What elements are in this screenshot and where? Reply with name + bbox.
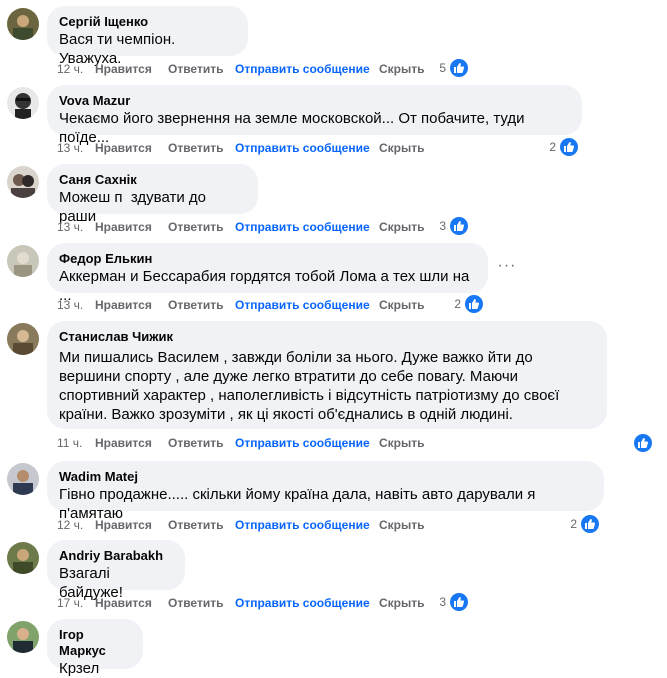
- reply-button[interactable]: Ответить: [168, 61, 223, 77]
- like-button[interactable]: Нравится: [95, 61, 152, 77]
- like-icon: [450, 217, 468, 235]
- comment-bubble: Wadim Matej Гівно продажне..... скільки …: [47, 461, 604, 522]
- like-button[interactable]: Нравится: [95, 435, 152, 451]
- comment-time[interactable]: 17 ч.: [57, 595, 83, 611]
- comment-author[interactable]: Wadim Matej: [59, 469, 592, 485]
- like-button[interactable]: Нравится: [95, 517, 152, 533]
- comment-actions: 13 ч. Нравится Ответить Отправить сообще…: [57, 219, 477, 235]
- comment-author[interactable]: Федор Елькин: [59, 251, 476, 267]
- comment-author[interactable]: Andriy Barabakh: [59, 548, 173, 564]
- send-message-button[interactable]: Отправить сообщение: [235, 435, 370, 451]
- comment-bubble: Andriy Barabakh Взагалі байдуже!: [47, 540, 185, 601]
- comment-author[interactable]: Сергій Іщенко: [59, 14, 236, 30]
- like-icon: [560, 138, 578, 156]
- like-icon: [634, 434, 652, 452]
- comment-author[interactable]: Ігор Маркус: [59, 627, 131, 659]
- send-message-button[interactable]: Отправить сообщение: [235, 517, 370, 533]
- like-button[interactable]: Нравится: [95, 297, 152, 313]
- comment-bubble: Федор Елькин Аккерман и Бессарабия гордя…: [47, 243, 488, 304]
- reaction-number: 3: [439, 219, 446, 233]
- comment-time[interactable]: 12 ч.: [57, 517, 83, 533]
- like-button[interactable]: Нравится: [95, 219, 152, 235]
- hide-button[interactable]: Скрыть: [379, 435, 425, 451]
- avatar[interactable]: [7, 621, 39, 653]
- comment-text: Крзел: [59, 660, 100, 677]
- avatar[interactable]: [7, 87, 39, 119]
- comment-bubble: Сергій Іщенко Вася ти чемпіон. Уважуха.: [47, 6, 248, 67]
- hide-button[interactable]: Скрыть: [379, 140, 425, 156]
- reply-button[interactable]: Ответить: [168, 140, 223, 156]
- reaction-number: 5: [439, 61, 446, 75]
- comment-time[interactable]: 11 ч.: [57, 435, 82, 451]
- reaction-count[interactable]: 2: [540, 138, 578, 156]
- reaction-count[interactable]: 3: [430, 593, 468, 611]
- comment-actions: 17 ч. Нравится Ответить Отправить сообще…: [57, 595, 477, 611]
- reply-button[interactable]: Ответить: [168, 219, 223, 235]
- comment-time[interactable]: 13 ч.: [57, 140, 83, 156]
- comment-author[interactable]: Vova Mazur: [59, 93, 570, 109]
- comment-bubble: Саня Сахнік Можеш п здувати до раши: [47, 164, 258, 225]
- hide-button[interactable]: Скрыть: [379, 595, 425, 611]
- send-message-button[interactable]: Отправить сообщение: [235, 219, 370, 235]
- comment-actions: 12 ч. Нравится Ответить Отправить сообще…: [57, 517, 477, 533]
- like-icon: [450, 59, 468, 77]
- avatar[interactable]: [7, 323, 39, 355]
- send-message-button[interactable]: Отправить сообщение: [235, 595, 370, 611]
- reaction-number: 3: [439, 595, 446, 609]
- comment-time[interactable]: 13 ч.: [57, 219, 83, 235]
- comment-author[interactable]: Саня Сахнік: [59, 172, 246, 188]
- more-options-button[interactable]: ···: [493, 258, 521, 279]
- comment-time[interactable]: 13 ч.: [57, 297, 83, 313]
- comment-bubble: Ігор Маркус Крзел: [47, 619, 143, 677]
- like-button[interactable]: Нравится: [95, 140, 152, 156]
- avatar[interactable]: [7, 245, 39, 277]
- avatar[interactable]: [7, 8, 39, 40]
- reply-button[interactable]: Ответить: [168, 517, 223, 533]
- reaction-number: 2: [454, 297, 461, 311]
- reply-button[interactable]: Ответить: [168, 435, 223, 451]
- like-button[interactable]: Нравится: [95, 595, 152, 611]
- reply-button[interactable]: Ответить: [168, 297, 223, 313]
- comment-time[interactable]: 12 ч.: [57, 61, 83, 77]
- send-message-button[interactable]: Отправить сообщение: [235, 297, 370, 313]
- comment-bubble: Станислав Чижик Ми пишались Василем , за…: [47, 321, 607, 429]
- send-message-button[interactable]: Отправить сообщение: [235, 61, 370, 77]
- reaction-number: 2: [570, 517, 577, 531]
- comment-actions: 11 ч. Нравится Ответить Отправить сообще…: [57, 435, 477, 451]
- send-message-button[interactable]: Отправить сообщение: [235, 140, 370, 156]
- hide-button[interactable]: Скрыть: [379, 517, 425, 533]
- comment-text: Ми пишались Василем , завжди боліли за н…: [59, 349, 564, 423]
- reaction-number: 2: [549, 140, 556, 154]
- reaction-count[interactable]: 2: [445, 295, 483, 313]
- reply-button[interactable]: Ответить: [168, 595, 223, 611]
- avatar[interactable]: [7, 463, 39, 495]
- comment-actions: 12 ч. Нравится Ответить Отправить сообще…: [57, 61, 477, 77]
- like-icon: [581, 515, 599, 533]
- comment-actions: 13 ч. Нравится Ответить Отправить сообще…: [57, 140, 477, 156]
- comment-author[interactable]: Станислав Чижик: [59, 329, 595, 345]
- reaction-count[interactable]: 2: [561, 515, 599, 533]
- hide-button[interactable]: Скрыть: [379, 297, 425, 313]
- avatar[interactable]: [7, 542, 39, 574]
- like-icon: [465, 295, 483, 313]
- reaction-count[interactable]: 5: [430, 59, 468, 77]
- like-icon: [450, 593, 468, 611]
- reaction-count[interactable]: 3: [430, 217, 468, 235]
- reaction-count[interactable]: [614, 434, 652, 452]
- hide-button[interactable]: Скрыть: [379, 219, 425, 235]
- hide-button[interactable]: Скрыть: [379, 61, 425, 77]
- comment-bubble: Vova Mazur Чекаємо його звернення на зем…: [47, 85, 582, 146]
- comment-actions: 13 ч. Нравится Ответить Отправить сообще…: [57, 297, 477, 313]
- avatar[interactable]: [7, 166, 39, 198]
